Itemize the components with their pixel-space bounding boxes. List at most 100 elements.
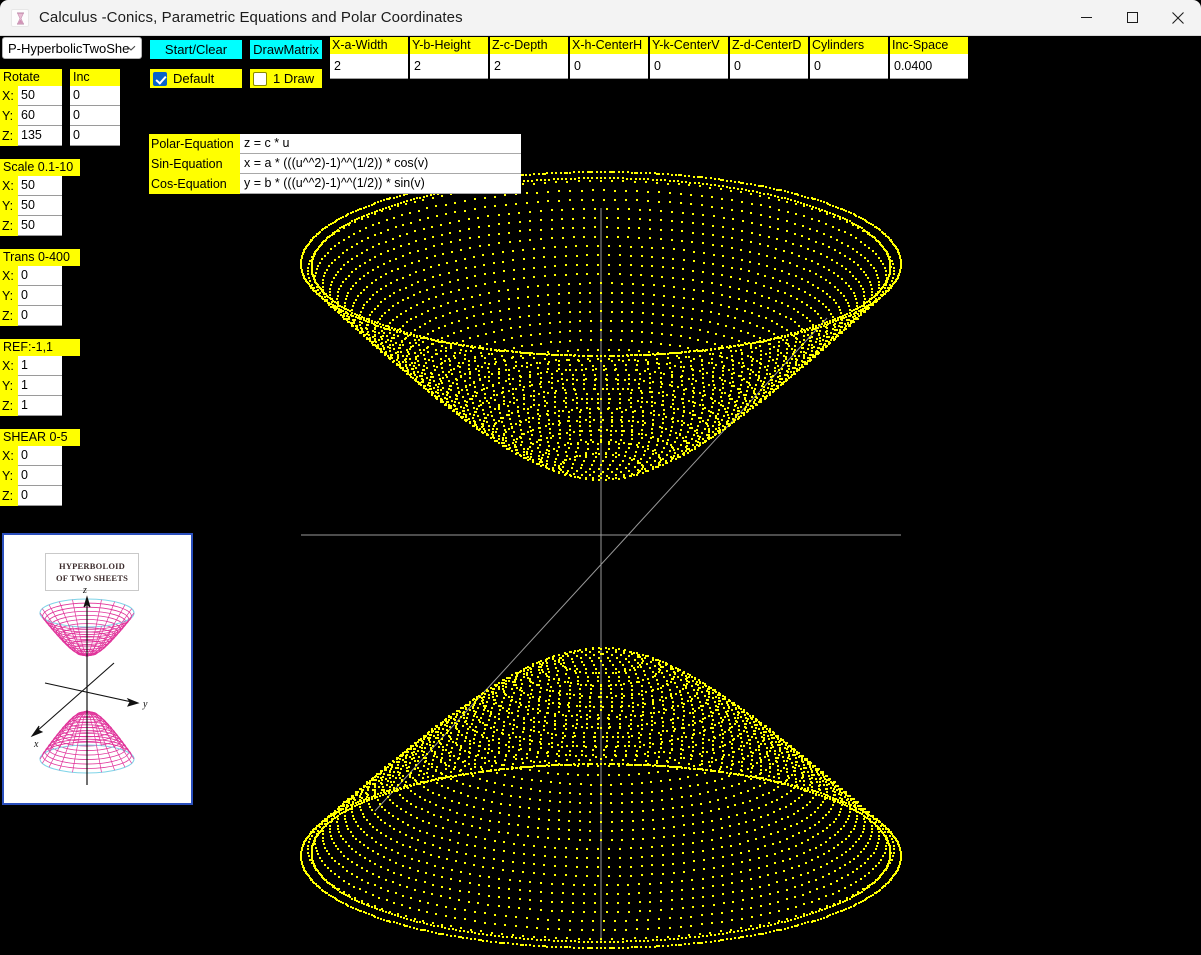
maximize-button[interactable] xyxy=(1109,0,1155,36)
rotate-panel: Rotate X: 50 Y: 60 Z: 135 xyxy=(0,68,62,146)
field-z-c-depth[interactable]: Z-c-Depth 2 xyxy=(490,37,568,79)
field-x-a-width[interactable]: X-a-Width 2 xyxy=(330,37,408,79)
ref-row-z: Z: 1 xyxy=(0,396,62,416)
rotate-row-z: Z: 135 xyxy=(0,126,62,146)
scale-row-y: Y: 50 xyxy=(0,196,62,216)
one-draw-checkbox-box xyxy=(253,72,267,86)
field-inc-space[interactable]: Inc-Space 0.0400 xyxy=(890,37,968,79)
scale-y-value[interactable]: 50 xyxy=(18,196,62,216)
ref-panel-title: REF:-1,1 xyxy=(0,339,80,356)
one-draw-checkbox[interactable]: 1 Draw xyxy=(250,69,322,88)
field-x-h-centerh-label: X-h-CenterH xyxy=(570,37,648,54)
ref-z-value[interactable]: 1 xyxy=(18,396,62,416)
rotate-y-value[interactable]: 60 xyxy=(18,106,62,126)
scale-x-value[interactable]: 50 xyxy=(18,176,62,196)
inc-y-value[interactable]: 0 xyxy=(70,106,120,126)
scale-axis-z-label: Z: xyxy=(0,219,18,233)
minimize-button[interactable] xyxy=(1063,0,1109,36)
rotate-row-y: Y: 60 xyxy=(0,106,62,126)
field-x-h-centerh-value[interactable]: 0 xyxy=(570,54,648,79)
field-x-a-width-value[interactable]: 2 xyxy=(330,54,408,79)
inc-z-value[interactable]: 0 xyxy=(70,126,120,146)
trans-y-value[interactable]: 0 xyxy=(18,286,62,306)
trans-axis-x-label: X: xyxy=(0,269,18,283)
rotate-row-x: X: 50 xyxy=(0,86,62,106)
default-checkbox-label: Default xyxy=(173,71,214,86)
polar-equation-label: Polar-Equation xyxy=(149,134,240,154)
shear-axis-y-label: Y: xyxy=(0,469,18,483)
start-clear-button[interactable]: Start/Clear xyxy=(150,40,242,59)
field-inc-space-value[interactable]: 0.0400 xyxy=(890,54,968,79)
shear-y-value[interactable]: 0 xyxy=(18,466,62,486)
close-icon xyxy=(1172,12,1184,24)
sin-equation-label: Sin-Equation xyxy=(149,154,240,174)
minimize-icon xyxy=(1081,12,1092,23)
field-z-c-depth-value[interactable]: 2 xyxy=(490,54,568,79)
draw-matrix-button[interactable]: DrawMatrix xyxy=(250,40,322,59)
rotate-x-value[interactable]: 50 xyxy=(18,86,62,106)
field-cylinders-value[interactable]: 0 xyxy=(810,54,888,79)
ref-x-value[interactable]: 1 xyxy=(18,356,62,376)
trans-x-value[interactable]: 0 xyxy=(18,266,62,286)
rotate-z-value[interactable]: 135 xyxy=(18,126,62,146)
field-inc-space-label: Inc-Space xyxy=(890,37,968,54)
shear-z-value[interactable]: 0 xyxy=(18,486,62,506)
inc-row-y: 0 xyxy=(70,106,120,126)
ref-y-value[interactable]: 1 xyxy=(18,376,62,396)
ref-panel: REF:-1,1 X: 1 Y: 1 Z: 1 xyxy=(0,338,80,416)
one-draw-checkbox-label: 1 Draw xyxy=(273,71,314,86)
field-y-k-centerv-value[interactable]: 0 xyxy=(650,54,728,79)
field-x-h-centerh[interactable]: X-h-CenterH 0 xyxy=(570,37,648,79)
polar-equation-value[interactable]: z = c * u xyxy=(240,134,521,154)
inc-panel-title: Inc xyxy=(70,69,120,86)
field-y-b-height[interactable]: Y-b-Height 2 xyxy=(410,37,488,79)
hourglass-icon xyxy=(11,9,29,27)
ref-axis-z-label: Z: xyxy=(0,399,18,413)
scale-panel: Scale 0.1-10 X: 50 Y: 50 Z: 50 xyxy=(0,158,80,236)
equation-row-polar: Polar-Equation z = c * u xyxy=(149,134,521,154)
inc-row-x: 0 xyxy=(70,86,120,106)
cos-equation-label: Cos-Equation xyxy=(149,174,240,194)
trans-row-z: Z: 0 xyxy=(0,306,62,326)
scale-axis-x-label: X: xyxy=(0,179,18,193)
shear-axis-z-label: Z: xyxy=(0,489,18,503)
inc-panel: Inc 0 0 0 xyxy=(70,68,120,146)
field-y-b-height-label: Y-b-Height xyxy=(410,37,488,54)
scale-z-value[interactable]: 50 xyxy=(18,216,62,236)
ref-axis-y-label: Y: xyxy=(0,379,18,393)
hourglass-glyph xyxy=(16,12,25,25)
reference-axis-y-label: y xyxy=(142,699,148,710)
sin-equation-value[interactable]: x = a * (((u^^2)-1)^^(1/2)) * cos(v) xyxy=(240,154,521,174)
cos-equation-value[interactable]: y = b * (((u^^2)-1)^^(1/2)) * sin(v) xyxy=(240,174,521,194)
shape-select-value: P-HyperbolicTwoShe xyxy=(8,41,129,56)
reference-thumbnail: HYPERBOLOID OF TWO SHEETS z y x xyxy=(2,533,193,805)
drawing-canvas[interactable]: P-HyperbolicTwoShe Start/Clear DrawMatri… xyxy=(0,36,1201,955)
title-bar: Calculus -Conics, Parametric Equations a… xyxy=(0,0,1201,36)
shear-panel-title: SHEAR 0-5 xyxy=(0,429,80,446)
trans-row-x: X: 0 xyxy=(0,266,62,286)
scale-row-x: X: 50 xyxy=(0,176,62,196)
close-button[interactable] xyxy=(1155,0,1201,36)
scale-axis-y-label: Y: xyxy=(0,199,18,213)
field-z-d-centerd[interactable]: Z-d-CenterD 0 xyxy=(730,37,808,79)
inc-x-value[interactable]: 0 xyxy=(70,86,120,106)
shear-x-value[interactable]: 0 xyxy=(18,446,62,466)
inc-row-z: 0 xyxy=(70,126,120,146)
equation-table: Polar-Equation z = c * u Sin-Equation x … xyxy=(149,134,521,194)
field-y-b-height-value[interactable]: 2 xyxy=(410,54,488,79)
ref-row-x: X: 1 xyxy=(0,356,62,376)
reference-diagram: z y x xyxy=(4,535,191,803)
trans-axis-y-label: Y: xyxy=(0,289,18,303)
maximize-icon xyxy=(1127,12,1138,23)
field-y-k-centerv[interactable]: Y-k-CenterV 0 xyxy=(650,37,728,79)
scale-row-z: Z: 50 xyxy=(0,216,62,236)
default-checkbox[interactable]: Default xyxy=(150,69,242,88)
shape-select[interactable]: P-HyperbolicTwoShe xyxy=(2,37,142,59)
trans-row-y: Y: 0 xyxy=(0,286,62,306)
rotate-axis-x-label: X: xyxy=(0,89,18,103)
scale-panel-title: Scale 0.1-10 xyxy=(0,159,80,176)
field-cylinders[interactable]: Cylinders 0 xyxy=(810,37,888,79)
field-z-d-centerd-value[interactable]: 0 xyxy=(730,54,808,79)
trans-z-value[interactable]: 0 xyxy=(18,306,62,326)
trans-panel-title: Trans 0-400 xyxy=(0,249,80,266)
